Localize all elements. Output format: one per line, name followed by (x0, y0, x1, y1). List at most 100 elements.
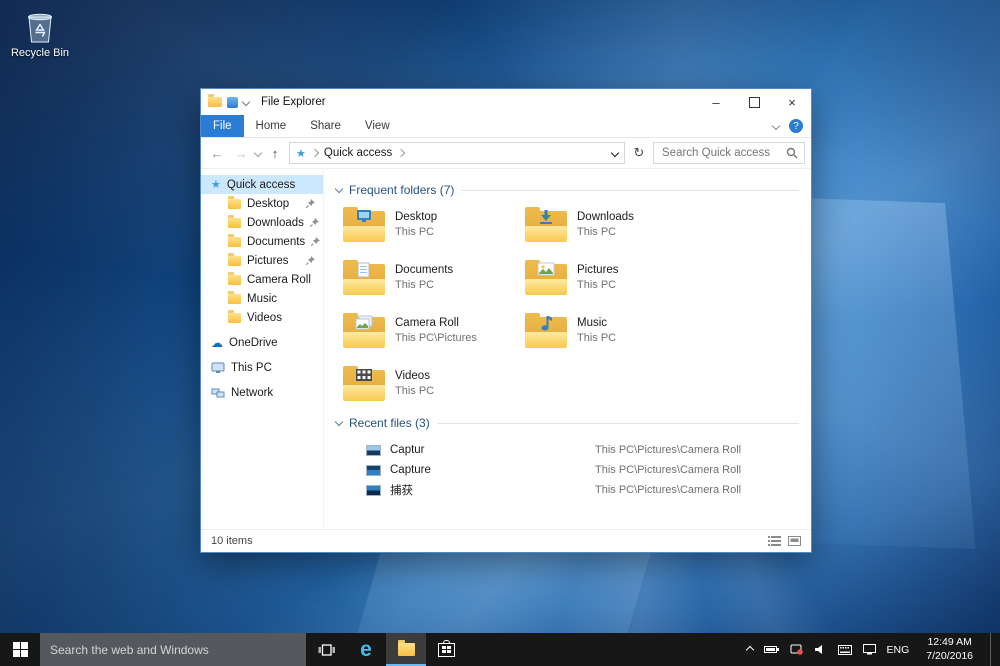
close-button[interactable]: × (773, 89, 811, 115)
folder-tile-music[interactable]: Music This PC (524, 313, 706, 357)
tab-file[interactable]: File (201, 115, 244, 137)
explorer-app-icon (208, 97, 222, 107)
recent-files-header[interactable]: Recent files (3) (336, 416, 799, 430)
pictures-folder-icon (524, 260, 568, 295)
task-view-button[interactable] (306, 633, 346, 666)
show-desktop-button[interactable] (990, 633, 996, 666)
forward-button[interactable]: → (231, 146, 251, 161)
recent-file-row[interactable]: Captur This PC\Pictures\Camera Roll (336, 440, 799, 460)
tab-home[interactable]: Home (244, 115, 299, 137)
details-view-button[interactable] (768, 536, 781, 546)
onedrive-cloud-icon: ☁ (211, 337, 223, 349)
section-divider (461, 190, 799, 191)
sidebar-item-quick-access[interactable]: ★ Quick access (201, 175, 323, 194)
sidebar-item-network[interactable]: Network (201, 383, 323, 402)
back-button[interactable]: ← (207, 146, 227, 161)
notification-badge-icon[interactable] (790, 644, 803, 655)
action-center-icon[interactable] (863, 644, 876, 655)
sidebar-item-documents[interactable]: Documents (201, 232, 323, 251)
title-bar[interactable]: File Explorer – × (201, 89, 811, 115)
help-button[interactable]: ? (789, 119, 803, 133)
taskbar-search-input[interactable] (40, 643, 306, 657)
folder-tile-camera-roll[interactable]: Camera Roll This PC\Pictures (342, 313, 524, 357)
language-indicator[interactable]: ENG (887, 644, 910, 656)
volume-icon[interactable] (814, 644, 827, 655)
content-pane: Frequent folders (7) Desktop This PC Dow… (324, 169, 811, 529)
sidebar-item-pictures[interactable]: Pictures (201, 251, 323, 270)
up-button[interactable]: ↑ (265, 146, 285, 161)
clock[interactable]: 12:49 AM 7/20/2016 (926, 636, 973, 663)
folder-tile-documents[interactable]: Documents This PC (342, 260, 524, 304)
folder-tile-pictures[interactable]: Pictures This PC (524, 260, 706, 304)
folder-location: This PC (395, 279, 453, 291)
folder-icon (228, 218, 241, 228)
expand-ribbon-chevron-icon[interactable] (772, 122, 780, 130)
touch-keyboard-icon[interactable] (838, 645, 852, 655)
folder-tile-videos[interactable]: Videos This PC (342, 366, 524, 410)
pin-icon (306, 256, 315, 265)
qat-customize-chevron-icon[interactable] (242, 98, 250, 106)
sidebar-item-label: OneDrive (229, 337, 278, 349)
folder-name: Documents (395, 264, 453, 276)
breadcrumb[interactable]: Quick access (324, 147, 392, 159)
sidebar-item-this-pc[interactable]: This PC (201, 358, 323, 377)
frequent-folders-header[interactable]: Frequent folders (7) (336, 183, 799, 197)
file-explorer-taskbar-button[interactable] (386, 633, 426, 666)
battery-icon[interactable] (764, 645, 779, 654)
thumbnail-view-button[interactable] (788, 536, 801, 546)
recycle-bin-icon (23, 8, 57, 44)
refresh-button[interactable]: ↻ (629, 145, 649, 161)
ribbon-right-controls: ? (773, 115, 811, 137)
sidebar-item-label: Desktop (247, 198, 289, 210)
computer-icon (211, 362, 225, 374)
breadcrumb-chevron-icon[interactable] (397, 149, 405, 157)
sidebar-item-onedrive[interactable]: ☁ OneDrive (201, 333, 323, 352)
recent-file-row[interactable]: Capture This PC\Pictures\Camera Roll (336, 460, 799, 480)
folder-name: Pictures (577, 264, 619, 276)
folder-icon (228, 294, 241, 304)
tab-view[interactable]: View (353, 115, 402, 137)
taskbar-search-box[interactable] (40, 633, 306, 666)
folder-tile-desktop[interactable]: Desktop This PC (342, 207, 524, 251)
breadcrumb-chevron-icon[interactable] (311, 149, 319, 157)
address-bar[interactable]: ★ Quick access (289, 142, 625, 164)
file-explorer-window: File Explorer – × File Home Share View ?… (200, 88, 812, 553)
recent-files-list: Captur This PC\Pictures\Camera Roll Capt… (336, 440, 799, 500)
address-dropdown-chevron-icon[interactable] (611, 149, 619, 157)
sidebar-item-downloads[interactable]: Downloads (201, 213, 323, 232)
pin-icon (311, 237, 320, 246)
start-button[interactable] (0, 633, 40, 666)
status-bar: 10 items (201, 529, 811, 552)
frequent-folders-grid: Desktop This PC Downloads This PC Docume… (342, 207, 799, 410)
image-file-icon (366, 485, 381, 496)
recycle-bin[interactable]: Recycle Bin (8, 8, 72, 59)
show-hidden-icons-chevron-icon[interactable] (745, 645, 753, 653)
collapse-section-chevron-icon[interactable] (335, 418, 343, 426)
edge-button[interactable]: e (346, 633, 386, 666)
tab-share[interactable]: Share (298, 115, 353, 137)
folder-name: Desktop (395, 211, 437, 223)
sidebar-item-videos[interactable]: Videos (201, 308, 323, 327)
folder-icon (228, 237, 241, 247)
store-button[interactable] (426, 633, 466, 666)
collapse-section-chevron-icon[interactable] (335, 185, 343, 193)
recent-locations-chevron-icon[interactable] (254, 149, 262, 157)
sidebar-item-label: This PC (231, 362, 272, 374)
image-file-icon (366, 445, 381, 456)
folder-icon (228, 275, 241, 285)
qat-properties-icon[interactable] (227, 97, 238, 108)
explorer-search-box[interactable] (653, 142, 805, 164)
pin-icon (306, 199, 315, 208)
file-explorer-icon (398, 643, 415, 656)
videos-folder-icon (342, 366, 386, 401)
ribbon-tabs: File Home Share View ? (201, 115, 811, 138)
minimize-button[interactable]: – (697, 89, 735, 115)
explorer-search-input[interactable] (660, 146, 780, 160)
folder-tile-downloads[interactable]: Downloads This PC (524, 207, 706, 251)
maximize-button[interactable] (735, 89, 773, 115)
sidebar-item-label: Documents (247, 236, 305, 248)
sidebar-item-desktop[interactable]: Desktop (201, 194, 323, 213)
recent-file-row[interactable]: 捕获 This PC\Pictures\Camera Roll (336, 480, 799, 500)
sidebar-item-music[interactable]: Music (201, 289, 323, 308)
sidebar-item-camera-roll[interactable]: Camera Roll (201, 270, 323, 289)
